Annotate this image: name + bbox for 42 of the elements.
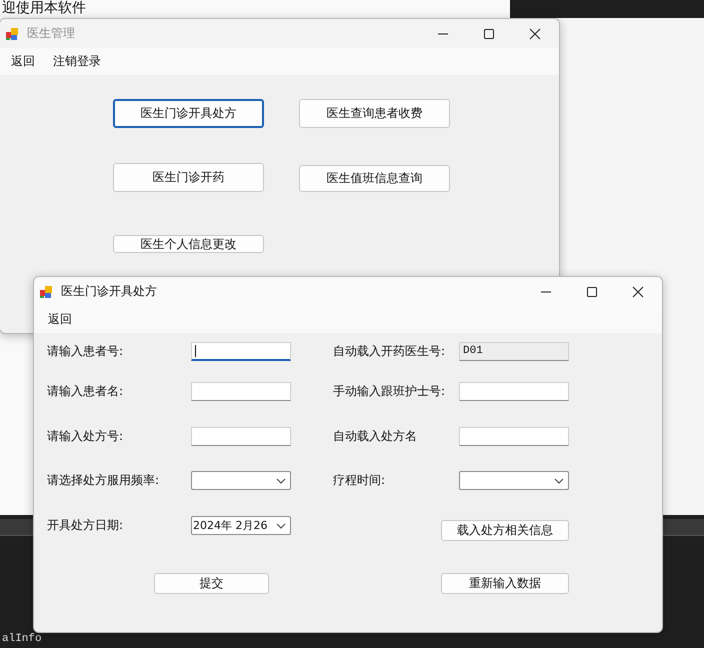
chevron-down-icon xyxy=(554,478,564,484)
menu-button[interactable]: 医生个人信息更改 xyxy=(113,235,264,253)
window-title: 医生管理 xyxy=(27,25,75,42)
date-picker[interactable]: 2024年 2月26 xyxy=(191,516,291,535)
input-field: D01 xyxy=(459,342,569,360)
app-icon xyxy=(5,26,19,40)
close-icon[interactable] xyxy=(529,28,541,40)
input-field[interactable] xyxy=(191,426,291,446)
input-field[interactable] xyxy=(191,342,291,360)
menu-button[interactable]: 医生门诊开药 xyxy=(113,163,264,192)
field-label: 疗程时间: xyxy=(333,472,386,489)
chevron-down-icon xyxy=(276,522,286,528)
window-title: 医生门诊开具处方 xyxy=(61,283,157,300)
load-button[interactable]: 载入处方相关信息 xyxy=(441,520,569,541)
welcome-heading: 迎使用本软件 xyxy=(2,0,86,16)
dropdown[interactable] xyxy=(459,471,569,490)
menu-button[interactable]: 医生查询患者收费 xyxy=(299,99,450,128)
menu-button[interactable]: 医生值班信息查询 xyxy=(299,165,450,192)
menu-item[interactable]: 注销登录 xyxy=(53,53,101,70)
close-icon[interactable] xyxy=(632,286,644,298)
input-field[interactable] xyxy=(459,426,569,446)
input-field[interactable] xyxy=(191,382,291,400)
field-label: 请输入处方号: xyxy=(47,428,124,444)
field-label: 开具处方日期: xyxy=(47,517,124,534)
field-label: 请输入患者名: xyxy=(47,382,124,400)
app-icon xyxy=(39,284,53,298)
field-label: 自动载入处方名 xyxy=(333,428,418,444)
field-label: 手动输入跟班护士号: xyxy=(333,382,446,400)
maximize-icon[interactable] xyxy=(483,28,495,40)
maximize-icon[interactable] xyxy=(586,286,598,298)
input-field[interactable] xyxy=(459,382,569,400)
menu-button[interactable]: 医生门诊开具处方 xyxy=(113,99,264,128)
field-label: 请输入患者号: xyxy=(47,342,124,360)
field-label: 请选择处方服用频率: xyxy=(47,472,160,489)
action-button[interactable]: 重新输入数据 xyxy=(441,573,569,594)
console-text: alInfo xyxy=(2,633,42,645)
field-label: 自动载入开药医生号: xyxy=(333,342,446,360)
chevron-down-icon xyxy=(276,478,286,484)
dropdown[interactable] xyxy=(191,471,291,490)
action-button[interactable]: 提交 xyxy=(154,573,269,594)
menu-item[interactable]: 返回 xyxy=(48,311,72,328)
menu-item[interactable]: 返回 xyxy=(11,53,35,70)
